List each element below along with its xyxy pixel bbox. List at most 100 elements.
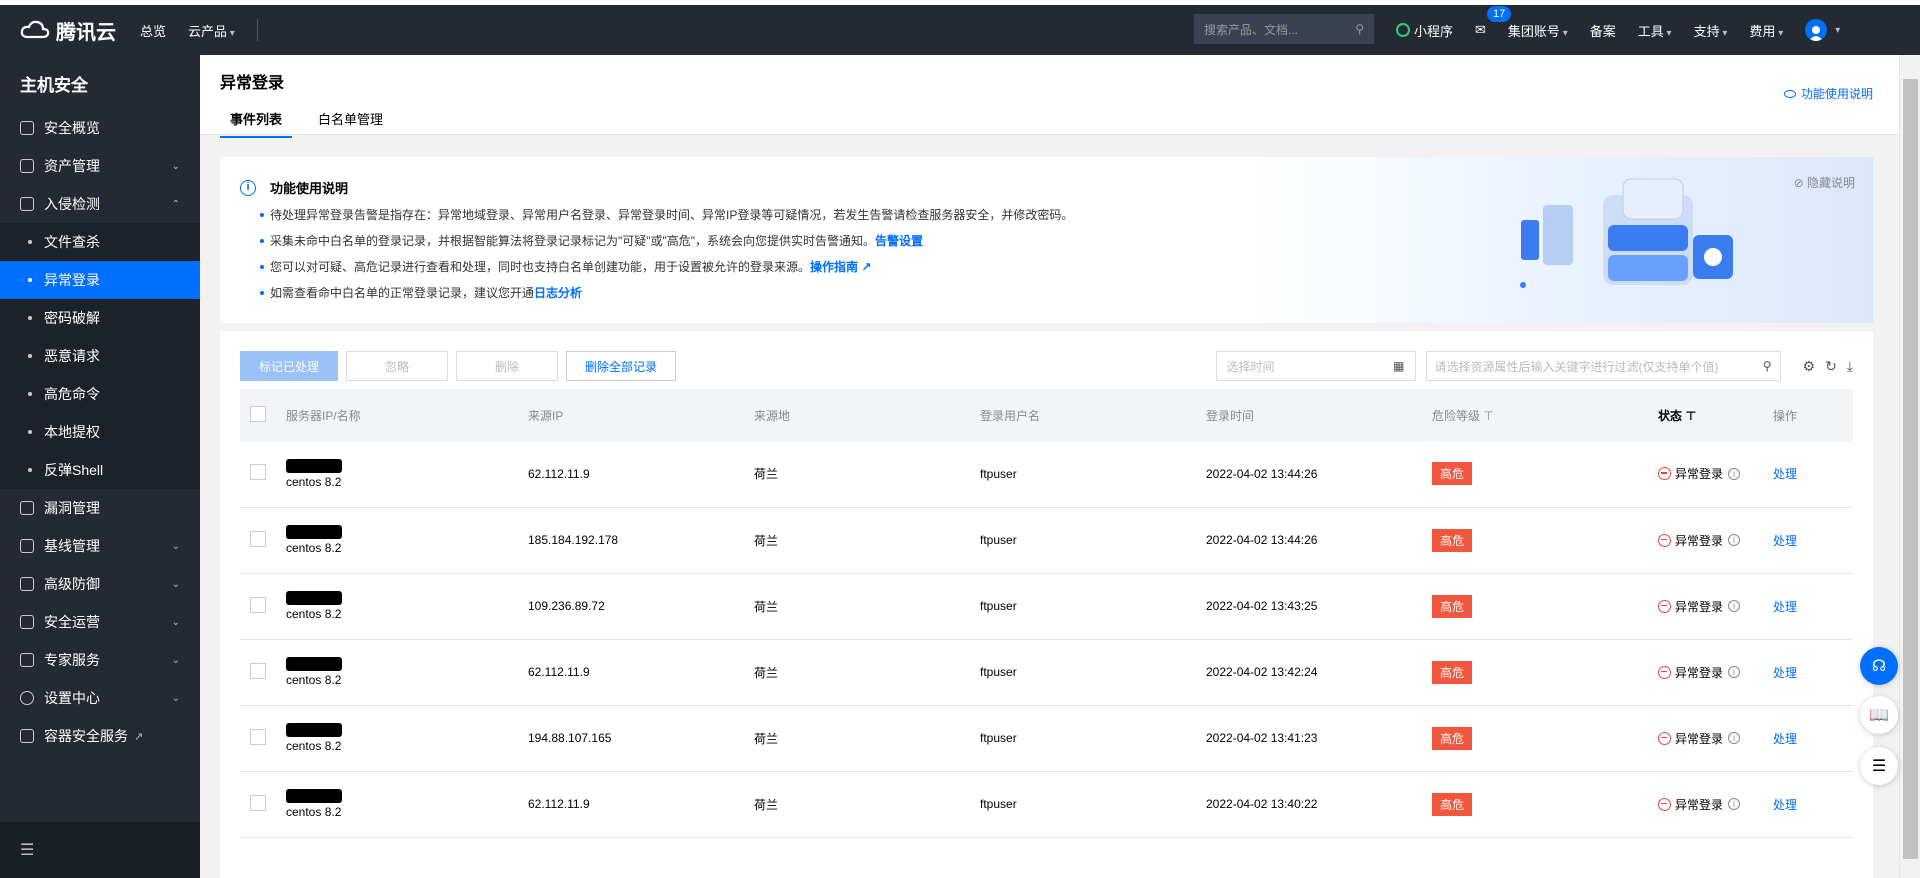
info-icon: i [240,179,256,196]
col-source-location: 来源地 [754,389,980,441]
sidebar-item-reverse-shell[interactable]: 反弹Shell [0,451,200,489]
scrollbar-thumb[interactable] [1903,79,1918,859]
divider [256,19,258,41]
sidebar-item-privilege-escalation[interactable]: 本地提权 [0,413,200,451]
select-all-checkbox[interactable] [250,405,266,422]
guide-link[interactable]: 操作指南 ↗ [810,260,871,274]
chevron-down-icon: ⌄ [171,578,180,590]
chevron-up-icon: ⌃ [171,198,180,210]
login-time: 2022-04-02 13:40:22 [1206,771,1432,838]
mini-program-link[interactable]: 小程序 [1396,21,1453,40]
handle-link[interactable]: 处理 [1773,666,1797,680]
hide-info-button[interactable]: ⊘ 隐藏说明 [1794,174,1855,191]
container-shield-icon [20,729,34,743]
avatar-chevron-icon[interactable]: ▾ [1835,25,1840,36]
account-menu[interactable]: 集团账号 [1508,21,1568,40]
sidebar-item-vulnerability[interactable]: 漏洞管理 [0,489,200,527]
page-header: 异常登录 事件列表 白名单管理 功能使用说明 [200,55,1899,138]
shield-icon [20,577,34,591]
nav-products[interactable]: 云产品 [188,21,235,40]
search-input[interactable]: 搜索产品、文档... ⚲ [1194,14,1374,44]
source-location: 荷兰 [754,639,980,706]
row-checkbox[interactable] [250,662,266,679]
row-checkbox[interactable] [250,596,266,613]
search-icon[interactable]: ⚲ [1355,22,1364,36]
help-circle-icon[interactable]: i [1728,534,1741,546]
billing-menu[interactable]: 费用 [1749,21,1783,40]
help-circle-icon[interactable]: i [1728,600,1741,612]
handle-link[interactable]: 处理 [1773,467,1797,481]
row-checkbox[interactable] [250,794,266,811]
sidebar-item-security-ops[interactable]: 安全运营 ⌄ [0,603,200,641]
filter-input[interactable]: 请选择资源属性后输入关键字进行过滤(仅支持单个值) ⚲ [1425,351,1781,381]
sidebar-item-advanced-defense[interactable]: 高级防御 ⌄ [0,565,200,603]
sidebar-item-settings[interactable]: 设置中心 ⌄ [0,679,200,717]
filing-link[interactable]: 备案 [1590,21,1616,40]
event-panel: 标记已处理 忽略 删除 删除全部记录 选择时间 ▦ 请选择资源属性后输入关键字进… [220,331,1873,878]
sidebar-item-password-crack[interactable]: 密码破解 [0,299,200,337]
col-status[interactable]: 状态 ⊤ [1658,389,1773,441]
external-link-icon: ↗ [134,730,144,743]
sidebar-item-abnormal-login[interactable]: 异常登录 [0,261,200,299]
search-icon[interactable]: ⚲ [1763,359,1772,373]
mail-icon[interactable]: ✉ 17 [1475,6,1512,38]
alert-settings-link[interactable]: 告警设置 [875,234,923,248]
sidebar-item-high-risk-command[interactable]: 高危命令 [0,375,200,413]
handle-link[interactable]: 处理 [1773,600,1797,614]
sidebar-item-overview[interactable]: 安全概览 [0,109,200,147]
help-circle-icon[interactable]: i [1728,732,1741,744]
filter-icon: ⊤ [1483,408,1494,423]
redacted-server-ip [286,789,342,803]
delete-all-button[interactable]: 删除全部记录 [566,351,677,381]
row-checkbox[interactable] [250,530,266,547]
mail-count-badge: 17 [1487,6,1512,22]
help-circle-icon[interactable]: i [1728,666,1741,678]
log-analysis-link[interactable]: 日志分析 [534,286,582,300]
sidebar-item-malicious-request[interactable]: 恶意请求 [0,337,200,375]
row-checkbox[interactable] [250,728,266,745]
table-row: centos 8.2 109.236.89.72 荷兰 ftpuser 2022-04-… [240,573,1853,640]
col-risk-level[interactable]: 危险等级 ⊤ [1432,389,1658,441]
date-picker[interactable]: 选择时间 ▦ [1215,351,1416,381]
sidebar-item-expert-service[interactable]: 专家服务 ⌄ [0,641,200,679]
sidebar-item-baseline[interactable]: 基线管理 ⌄ [0,527,200,565]
tab-whitelist[interactable]: 白名单管理 [308,109,393,138]
handle-link[interactable]: 处理 [1773,798,1797,812]
sidebar-item-intrusion[interactable]: 入侵检测 ⌃ [0,185,200,223]
cloud-logo-icon [20,20,50,39]
page-scrollbar[interactable] [1899,55,1920,878]
delete-button[interactable]: 删除 [456,351,559,381]
nav-overview[interactable]: 总览 [140,21,166,40]
col-server: 服务器IP/名称 [286,389,528,441]
refresh-icon[interactable]: ↻ [1825,358,1837,375]
intrusion-submenu: 文件查杀 异常登录 密码破解 恶意请求 高危命令 本地提权 反弹Shell [0,223,200,489]
sidebar-item-container-security[interactable]: 容器安全服务 ↗ [0,717,200,755]
outline-list-icon[interactable]: ☰ [1860,747,1898,785]
table-row: centos 8.2 185.184.192.178 荷兰 ftpuser 2022-0… [240,507,1853,574]
tab-event-list[interactable]: 事件列表 [220,109,293,138]
download-icon[interactable]: ⤓ [1847,358,1853,375]
mark-handled-button[interactable]: 标记已处理 [240,351,339,381]
handle-link[interactable]: 处理 [1773,534,1797,548]
sidebar-item-assets[interactable]: 资产管理 ⌄ [0,147,200,185]
help-link[interactable]: 功能使用说明 [1783,85,1873,102]
ignore-button[interactable]: 忽略 [346,351,449,381]
collapse-sidebar-icon[interactable]: ☰ [0,822,200,878]
support-menu[interactable]: 支持 [1694,21,1728,40]
login-time: 2022-04-02 13:42:24 [1206,639,1432,706]
tools-menu[interactable]: 工具 [1638,21,1672,40]
sidebar-item-file-scan[interactable]: 文件查杀 [0,223,200,261]
support-chat-icon[interactable]: ☊ [1860,647,1898,685]
avatar[interactable] [1805,19,1828,41]
server-illustration-icon [1520,178,1733,288]
help-circle-icon[interactable]: i [1728,798,1741,810]
row-checkbox[interactable] [250,464,266,481]
cube-icon [20,159,34,173]
handle-link[interactable]: 处理 [1773,732,1797,746]
login-time: 2022-04-02 13:43:25 [1206,573,1432,640]
settings-icon[interactable]: ⚙ [1803,358,1816,375]
help-circle-icon[interactable]: i [1728,467,1741,480]
docs-book-icon[interactable]: 📖 [1860,696,1898,734]
tencent-cloud-logo[interactable]: 腾讯云 [20,16,140,45]
error-circle-icon [1658,731,1671,745]
